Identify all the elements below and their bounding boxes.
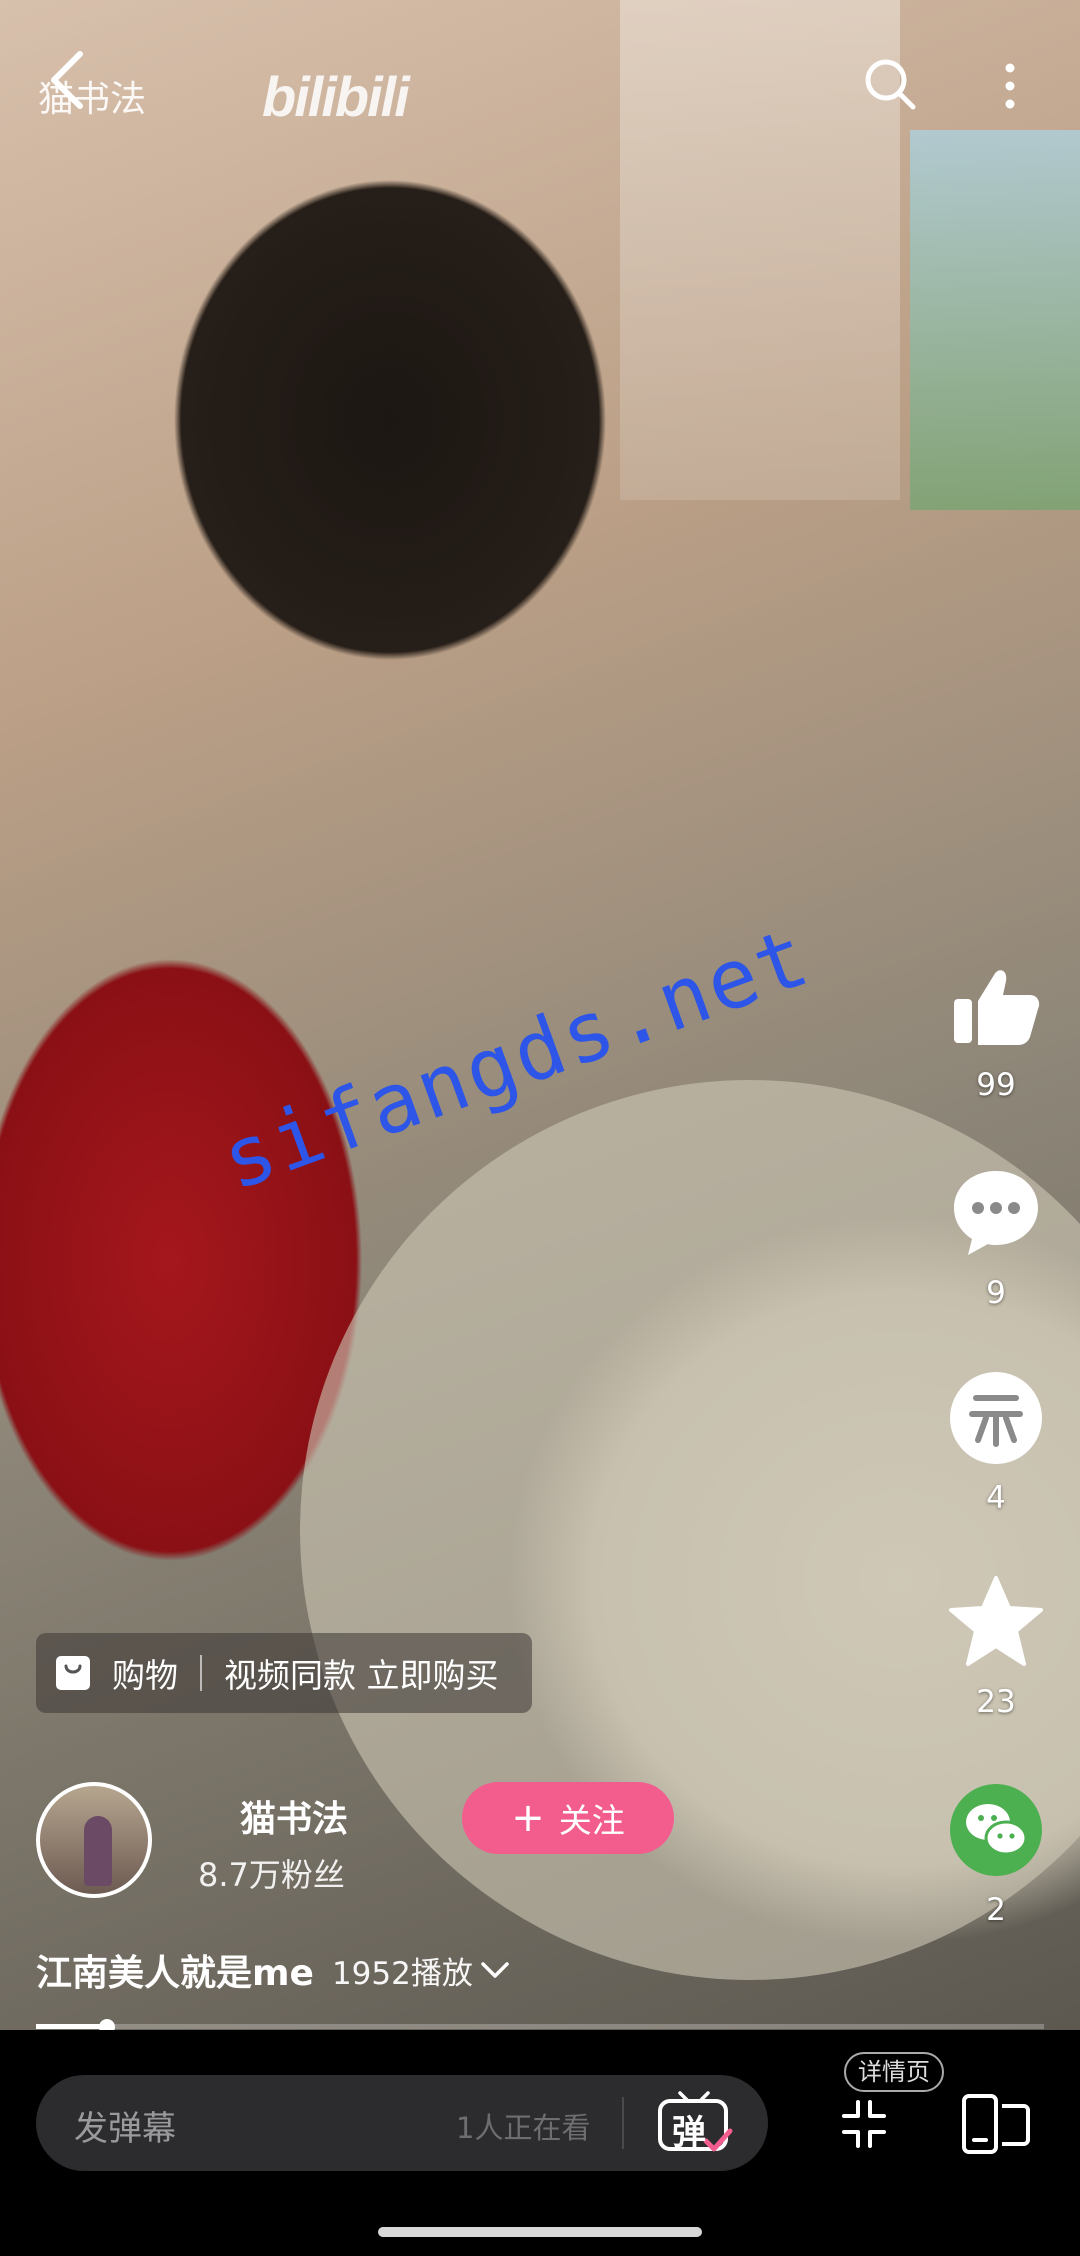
layout-switch-button[interactable] (960, 2092, 1032, 2156)
progress-fill (36, 2024, 107, 2029)
wechat-icon (946, 1780, 1046, 1880)
coin-icon (946, 1368, 1046, 1468)
video-info[interactable]: 江南美人就是me 1952播放 (36, 1944, 513, 1996)
shopping-divider (200, 1655, 202, 1691)
like-count: 99 (976, 1067, 1016, 1103)
video-title: 江南美人就是me (36, 1953, 314, 1994)
follow-button[interactable]: + 关注 (462, 1782, 674, 1854)
like-action[interactable]: 99 (940, 955, 1052, 1103)
search-icon (865, 59, 916, 110)
author-row: 猫书法 8.7万粉丝 + 关注 (36, 1782, 936, 1902)
shopping-bar[interactable]: 购物 视频同款 立即购买 (36, 1633, 532, 1713)
watching-count: 1人正在看 (456, 2111, 591, 2145)
shopping-bag-icon (56, 1656, 90, 1690)
more-vertical-icon (1005, 63, 1015, 109)
avatar[interactable] (36, 1782, 152, 1898)
progress-bar[interactable] (36, 2019, 1044, 2030)
favorite-count: 23 (976, 1684, 1016, 1720)
collapse-button[interactable] (836, 2094, 892, 2154)
shopping-promo: 视频同款 立即购买 (224, 1656, 499, 1695)
comment-bubble-icon (946, 1163, 1046, 1263)
author-name[interactable]: 猫书法 (240, 1790, 348, 1842)
comment-action[interactable]: 9 (940, 1163, 1052, 1311)
collapse-icon (842, 2100, 886, 2148)
share-count: 2 (986, 1892, 1006, 1928)
coin-count: 4 (986, 1480, 1006, 1516)
video-player[interactable]: sifangds.net 猫书法 bilibili 99 9 4 23 2 购物… (0, 0, 1080, 2030)
video-background-window (910, 130, 1080, 510)
danmaku-input[interactable]: 发弹幕 1人正在看 弹 (36, 2075, 768, 2171)
input-divider (622, 2097, 624, 2149)
fans-count: 8.7万粉丝 (198, 1856, 345, 1894)
search-button[interactable] (860, 54, 920, 114)
share-action[interactable]: 2 (940, 1780, 1052, 1928)
channel-name[interactable]: 猫书法 (38, 70, 146, 122)
follow-label: 关注 (558, 1801, 625, 1840)
shopping-label: 购物 (112, 1656, 178, 1695)
top-header: 猫书法 bilibili (0, 20, 1080, 140)
favorite-action[interactable]: 23 (940, 1572, 1052, 1720)
danmaku-toggle-label: 弹 (672, 2113, 706, 2153)
detail-page-tag[interactable]: 详情页 (844, 2052, 944, 2092)
more-button[interactable] (995, 58, 1025, 118)
star-icon (946, 1572, 1046, 1672)
bilibili-logo: bilibili (262, 65, 410, 128)
comment-count: 9 (986, 1275, 1006, 1311)
bottom-bar: 发弹幕 1人正在看 弹 详情页 (0, 2030, 1080, 2256)
home-indicator[interactable] (378, 2227, 702, 2237)
chevron-down-icon (481, 1962, 509, 1978)
progress-thumb[interactable] (98, 2019, 115, 2030)
danmaku-placeholder: 发弹幕 (74, 2109, 176, 2149)
coin-action[interactable]: 4 (940, 1368, 1052, 1516)
plus-icon: + (511, 1795, 545, 1841)
play-count: 1952播放 (331, 1955, 473, 1992)
danmaku-toggle-button[interactable]: 弹 (654, 2089, 734, 2157)
avatar-figure (84, 1816, 112, 1886)
thumbs-up-icon (946, 955, 1046, 1055)
device-layout-icon (962, 2094, 1030, 2154)
